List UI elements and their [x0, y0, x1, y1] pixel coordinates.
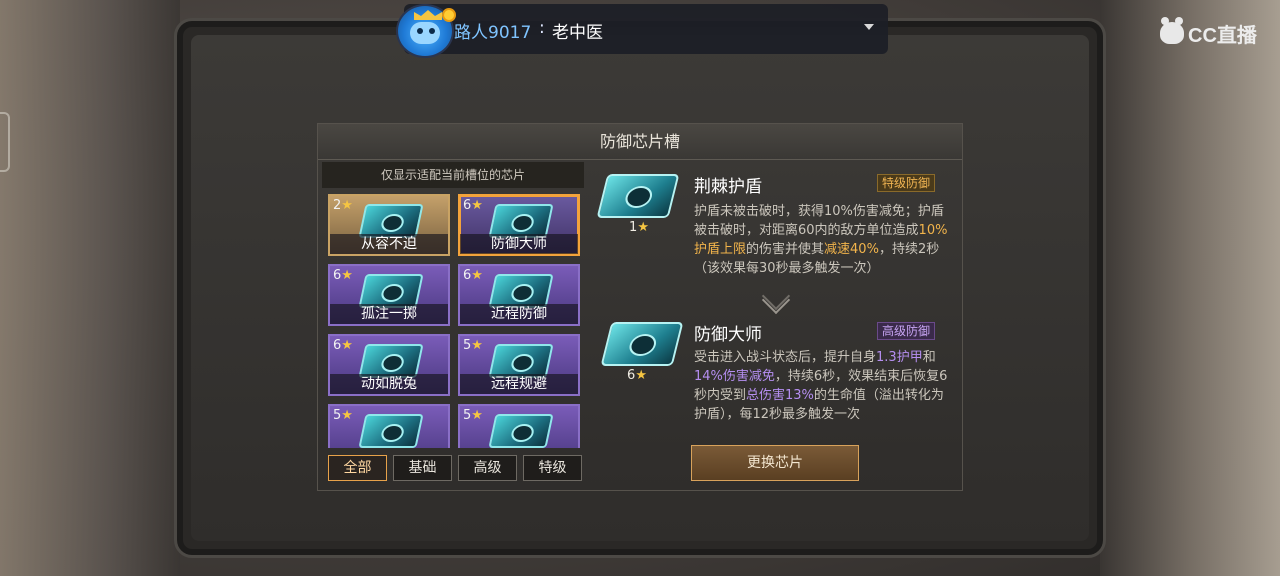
chip-card-stars: 6★ — [463, 268, 483, 283]
filter-tabs: 全部 基础 高级 特级 — [328, 455, 584, 481]
selected-chip-title: 防御大师 — [694, 325, 762, 345]
chip-icon — [358, 344, 424, 378]
selected-chip-stars: 6★ — [627, 368, 647, 383]
chip-card-stars: 2★ — [333, 198, 353, 213]
current-chip-description: 护盾未被击破时，获得10%伤害减免；护盾被击破时，对距离60内的敌方单位造成10… — [694, 204, 948, 276]
chip-card[interactable]: 5★ — [458, 404, 580, 448]
current-chip-stars: 1★ — [629, 220, 649, 235]
chip-card-stars: 5★ — [463, 408, 483, 423]
dialog-title: 防御芯片槽 — [318, 124, 962, 160]
chip-detail-panel: 1★ 荆棘护盾 特级防御 护盾未被击破时，获得10%伤害减免；护盾被击破时，对距… — [588, 162, 960, 490]
chip-icon — [358, 204, 424, 238]
side-pull-tab[interactable] — [0, 112, 10, 172]
star-icon: ★ — [341, 408, 353, 423]
streamer-avatar[interactable] — [396, 4, 456, 58]
star-icon: ★ — [341, 338, 353, 353]
chip-grid[interactable]: 2★ 从容不迫 6★ 防御大师 6★ 孤注一掷 6★ 近程防御 6★ 动如脱兔 5★ 远程规避 5★ 5★ — [328, 194, 580, 448]
filter-tab[interactable]: 基础 — [393, 455, 452, 481]
chip-card-stars: 6★ — [463, 198, 483, 213]
replace-chip-button[interactable]: 更换芯片 — [691, 445, 859, 481]
crown-icon — [414, 10, 442, 20]
chip-card[interactable]: 2★ 从容不迫 — [328, 194, 450, 256]
current-chip-title: 荆棘护盾 — [694, 177, 762, 197]
chevron-down-icon — [758, 292, 794, 312]
filter-note: 仅显示适配当前槽位的芯片 — [322, 162, 584, 188]
chip-icon — [358, 274, 424, 308]
filter-tab[interactable]: 高级 — [458, 455, 517, 481]
chip-card[interactable]: 6★ 孤注一掷 — [328, 264, 450, 326]
chip-card[interactable]: 6★ 动如脱兔 — [328, 334, 450, 396]
selected-chip-icon — [600, 322, 684, 366]
chip-card-stars: 5★ — [333, 408, 353, 423]
background-left — [0, 0, 180, 576]
chip-icon — [488, 414, 554, 448]
chip-card[interactable]: 5★ — [328, 404, 450, 448]
chip-list-panel: 仅显示适配当前槽位的芯片 2★ 从容不迫 6★ 防御大师 6★ 孤注一掷 6★ 近程防御 6★ 动… — [322, 162, 584, 482]
star-icon: ★ — [341, 268, 353, 283]
current-chip-icon — [596, 174, 680, 218]
chip-icon — [358, 414, 424, 448]
background-right — [1100, 0, 1280, 576]
filter-tab[interactable]: 特级 — [523, 455, 582, 481]
current-chip-grade: 特级防御 — [877, 174, 936, 192]
cc-live-logo: CC直播 — [1160, 17, 1257, 47]
selected-chip-grade: 高级防御 — [877, 322, 936, 340]
star-icon: ★ — [471, 408, 483, 423]
streamer-name: 路人9017 — [454, 23, 532, 43]
selected-chip-description: 受击进入战斗状态后，提升自身1.3护甲和14%伤害减免，持续6秒，效果结束后恢复… — [694, 350, 948, 422]
logo-text: CC直播 — [1188, 24, 1257, 47]
chip-card-stars: 5★ — [463, 338, 483, 353]
chip-card[interactable]: 5★ 远程规避 — [458, 334, 580, 396]
chip-card-name: 动如脱兔 — [330, 374, 448, 394]
stream-title: 老中医 — [552, 23, 603, 43]
chip-icon — [488, 274, 554, 308]
chip-card-stars: 6★ — [333, 338, 353, 353]
chip-card-name: 远程规避 — [460, 374, 578, 394]
stream-separator: : — [539, 18, 545, 38]
chevron-down-icon[interactable] — [864, 24, 874, 30]
chip-card-name: 防御大师 — [460, 234, 578, 254]
paw-icon — [1160, 17, 1184, 44]
chip-card[interactable]: 6★ 防御大师 — [458, 194, 580, 256]
chip-card-name: 近程防御 — [460, 304, 578, 324]
chip-card-name: 从容不迫 — [330, 234, 448, 254]
chip-slot-dialog: 防御芯片槽 仅显示适配当前槽位的芯片 2★ 从容不迫 6★ 防御大师 6★ 孤注一掷 6★ 近… — [317, 123, 963, 491]
chip-card-stars: 6★ — [333, 268, 353, 283]
chip-card-name: 孤注一掷 — [330, 304, 448, 324]
star-icon: ★ — [471, 198, 483, 213]
star-icon: ★ — [471, 268, 483, 283]
star-icon: ★ — [341, 198, 353, 213]
chip-card[interactable]: 6★ 近程防御 — [458, 264, 580, 326]
star-icon: ★ — [471, 338, 483, 353]
filter-tab[interactable]: 全部 — [328, 455, 387, 481]
chip-icon — [488, 204, 554, 238]
chip-icon — [488, 344, 554, 378]
